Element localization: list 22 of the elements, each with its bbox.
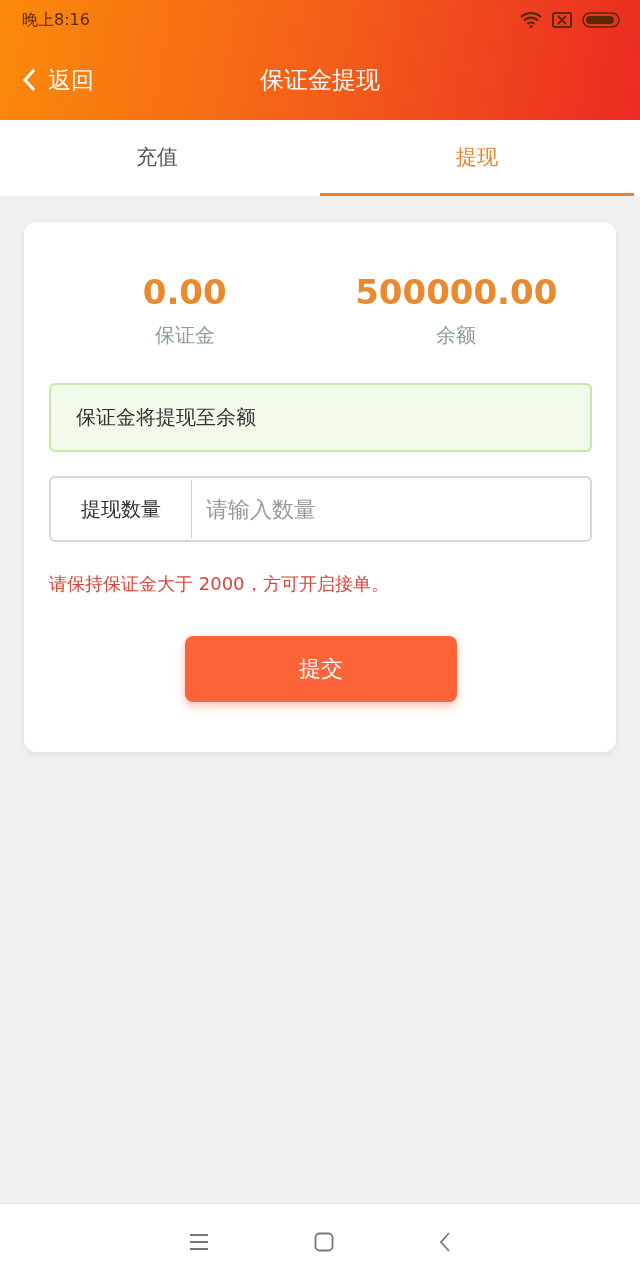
amount-label: 余额 [436, 322, 477, 349]
sim-icon [552, 12, 572, 28]
tab[interactable]: 提现 [320, 120, 634, 196]
battery-icon [582, 12, 620, 28]
page-title: 保证金提现 [260, 66, 380, 94]
info-notice: 保证金将提现至余额 [49, 383, 592, 452]
field-label: 提现数量 [51, 480, 192, 538]
amount-input-group[interactable]: 提现数量 请输入数量 [49, 476, 592, 542]
submit-button[interactable]: 提交 [184, 636, 457, 702]
amount-input-field[interactable]: 请输入数量 [192, 496, 590, 522]
status-time: 晚上8:16 [22, 9, 90, 31]
wifi-icon [520, 12, 542, 28]
amount-value: 500000.00 [355, 272, 558, 312]
chevron-left-icon[interactable] [22, 68, 36, 92]
back-icon[interactable] [439, 1232, 451, 1252]
warning-text: 请保持保证金大于 2000，方可开启接单。 [49, 572, 390, 596]
amount-label: 保证金 [154, 322, 215, 349]
tab[interactable]: 充值 [0, 120, 314, 196]
menu-icon[interactable] [189, 1233, 209, 1251]
home-icon[interactable] [314, 1232, 334, 1252]
back-button[interactable]: 返回 [22, 64, 94, 96]
amount-value: 0.00 [142, 272, 227, 312]
